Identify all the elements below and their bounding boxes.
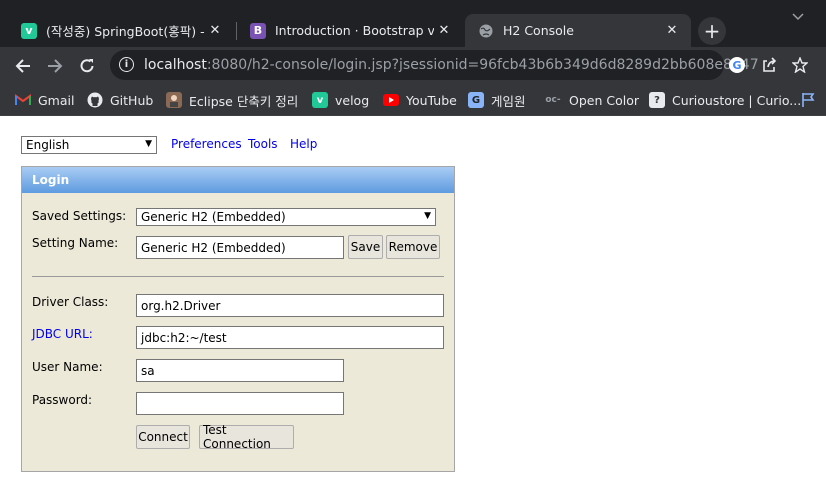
bookmark-flag-icon[interactable] xyxy=(801,91,815,109)
bookmark-gameone[interactable]: G 게임원 xyxy=(468,91,526,109)
divider xyxy=(32,276,444,277)
login-header: Login xyxy=(22,167,454,193)
connect-button[interactable]: Connect xyxy=(136,425,190,449)
driver-class-label: Driver Class: xyxy=(32,295,109,309)
tab-springboot[interactable]: v (작성중) SpringBoot(홍팍) - D ✕ xyxy=(8,14,234,47)
driver-class-input[interactable]: org.h2.Driver xyxy=(136,294,444,317)
close-icon[interactable]: ✕ xyxy=(205,23,225,38)
jdbc-url-input[interactable]: jdbc:h2:~/test xyxy=(136,326,444,349)
bookmark-eclipse[interactable]: Eclipse 단축키 정리 xyxy=(166,91,298,109)
url-text[interactable]: localhost:8080/h2-console/login.jsp?jses… xyxy=(144,57,759,73)
login-panel: Login Saved Settings: Generic H2 (Embedd… xyxy=(21,166,455,472)
globe-icon xyxy=(478,23,494,39)
tools-link[interactable]: Tools xyxy=(248,137,278,151)
back-arrow-icon[interactable] xyxy=(10,53,36,79)
bookmark-github[interactable]: GitHub xyxy=(87,91,153,109)
tab-title: H2 Console xyxy=(503,23,574,38)
bookmarks-bar: Gmail GitHub Eclipse 단축키 정리 v velog YouT… xyxy=(0,84,826,116)
tab-title: Introduction · Bootstrap v5.0 xyxy=(275,23,434,38)
save-button[interactable]: Save xyxy=(348,235,383,259)
saved-settings-label: Saved Settings: xyxy=(32,209,127,223)
tab-strip: v (작성중) SpringBoot(홍팍) - D ✕ B Introduct… xyxy=(0,0,826,47)
test-connection-button[interactable]: Test Connection xyxy=(199,423,294,451)
bookmark-curioustore[interactable]: ? Curioustore | Curio... xyxy=(649,91,801,109)
google-icon[interactable]: G xyxy=(729,57,745,73)
velog-icon: v xyxy=(312,92,328,108)
oc-icon: oc- xyxy=(545,95,561,105)
saved-settings-select[interactable]: Generic H2 (Embedded) ▼ xyxy=(136,208,436,226)
chevron-down-icon: ▼ xyxy=(424,211,431,221)
tab-title: (작성중) SpringBoot(홍팍) - D xyxy=(46,24,205,39)
user-name-label: User Name: xyxy=(32,360,103,374)
setting-name-input[interactable]: Generic H2 (Embedded) xyxy=(136,236,344,259)
new-tab-button[interactable]: + xyxy=(698,17,726,45)
password-input[interactable] xyxy=(136,392,344,415)
page-content: English ▼ Preferences Tools Help Login S… xyxy=(0,117,826,487)
bookmark-velog[interactable]: v velog xyxy=(312,91,369,109)
forward-arrow-icon[interactable] xyxy=(42,53,68,79)
tab-h2-console[interactable]: H2 Console ✕ xyxy=(465,14,691,47)
setting-name-label: Setting Name: xyxy=(32,236,119,250)
reload-icon[interactable] xyxy=(74,53,100,79)
remove-button[interactable]: Remove xyxy=(386,235,440,259)
chevron-down-icon: ▼ xyxy=(145,139,152,149)
close-icon[interactable]: ✕ xyxy=(662,23,682,38)
question-icon: ? xyxy=(649,92,665,108)
bootstrap-favicon-icon: B xyxy=(250,22,266,39)
jdbc-url-link[interactable]: JDBC URL: xyxy=(32,327,93,341)
site-info-icon[interactable]: i xyxy=(119,57,134,72)
bookmark-star-icon[interactable] xyxy=(790,55,810,75)
youtube-icon xyxy=(383,94,399,106)
browser-toolbar: i localhost:8080/h2-console/login.jsp?js… xyxy=(0,47,826,84)
tab-bootstrap[interactable]: B Introduction · Bootstrap v5.0 ✕ xyxy=(237,14,463,47)
password-label: Password: xyxy=(32,393,93,407)
language-select[interactable]: English ▼ xyxy=(21,136,157,154)
user-name-input[interactable]: sa xyxy=(136,359,344,382)
share-icon[interactable] xyxy=(759,55,779,75)
preferences-link[interactable]: Preferences xyxy=(171,137,242,151)
tab-search-chevron-icon[interactable] xyxy=(776,0,820,34)
bookmark-youtube[interactable]: YouTube xyxy=(383,91,457,109)
close-icon[interactable]: ✕ xyxy=(434,23,454,38)
bookmark-open-color[interactable]: oc- Open Color xyxy=(544,91,639,109)
gmail-icon xyxy=(15,92,31,108)
g-icon: G xyxy=(468,92,484,108)
help-link[interactable]: Help xyxy=(290,137,317,151)
velog-favicon-icon: v xyxy=(21,22,37,39)
eclipse-icon xyxy=(166,92,182,108)
bookmark-gmail[interactable]: Gmail xyxy=(15,91,74,109)
address-bar[interactable]: i localhost:8080/h2-console/login.jsp?js… xyxy=(110,50,759,80)
github-icon xyxy=(87,92,103,108)
